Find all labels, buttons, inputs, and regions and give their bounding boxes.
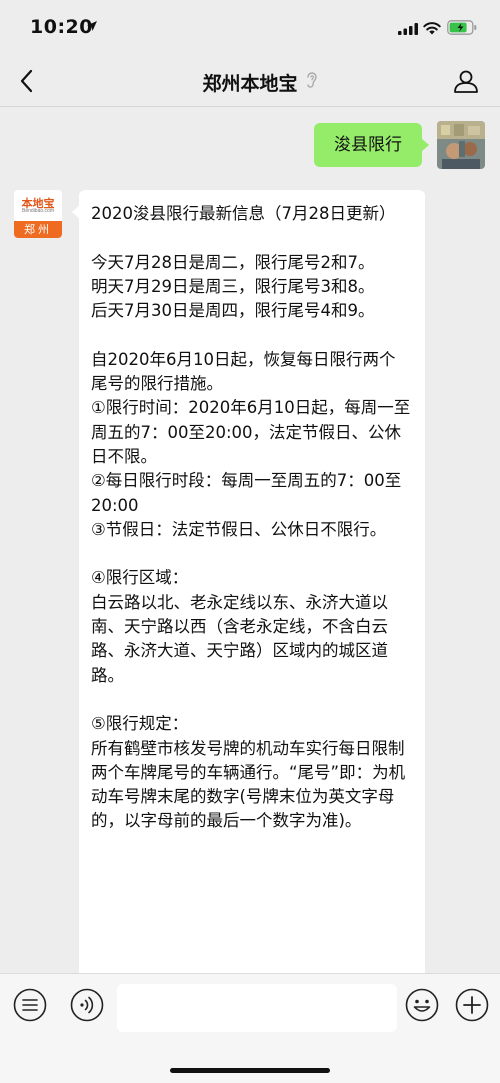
location-arrow-icon [87, 21, 97, 31]
more-plus-icon[interactable] [455, 988, 489, 1022]
earpiece-mode-icon [307, 72, 317, 88]
message-input[interactable] [117, 984, 397, 1032]
user-message-text: 浚县限行 [334, 135, 402, 155]
service-menu-icon[interactable] [13, 988, 47, 1022]
bot-avatar[interactable]: 本地宝 Bendibao.com 郑州 [14, 190, 62, 238]
emoji-icon[interactable] [405, 988, 439, 1022]
wifi-icon [423, 22, 441, 35]
user-message-bubble[interactable]: 浚县限行 [314, 123, 429, 167]
bot-avatar-city: 郑州 [14, 221, 62, 238]
bot-message-bubble[interactable]: 2020浚县限行最新信息（7月28日更新） 今天7月28日是周二，限行尾号2和7… [72, 190, 425, 973]
user-avatar[interactable] [437, 121, 485, 169]
input-bar [0, 973, 500, 1083]
voice-input-icon[interactable] [70, 988, 104, 1022]
bot-message-text: 2020浚县限行最新信息（7月28日更新） 今天7月28日是周二，限行尾号2和7… [91, 204, 411, 831]
user-avatar-image [437, 121, 485, 169]
nav-bar: 郑州本地宝 [0, 56, 500, 107]
battery-icon [447, 20, 477, 35]
status-bar: 10:20 [0, 0, 500, 56]
signal-icon [398, 23, 418, 35]
chat-area[interactable]: 浚县限行 本地宝 Bendibao.com 郑州 2020浚县限行最新信息（7月… [0, 107, 500, 973]
chat-title: 郑州本地宝 [202, 73, 298, 95]
status-time: 10:20 [30, 16, 93, 38]
profile-icon[interactable] [452, 67, 480, 95]
home-indicator [170, 1068, 330, 1073]
bot-avatar-subtext: Bendibao.com [22, 208, 54, 214]
